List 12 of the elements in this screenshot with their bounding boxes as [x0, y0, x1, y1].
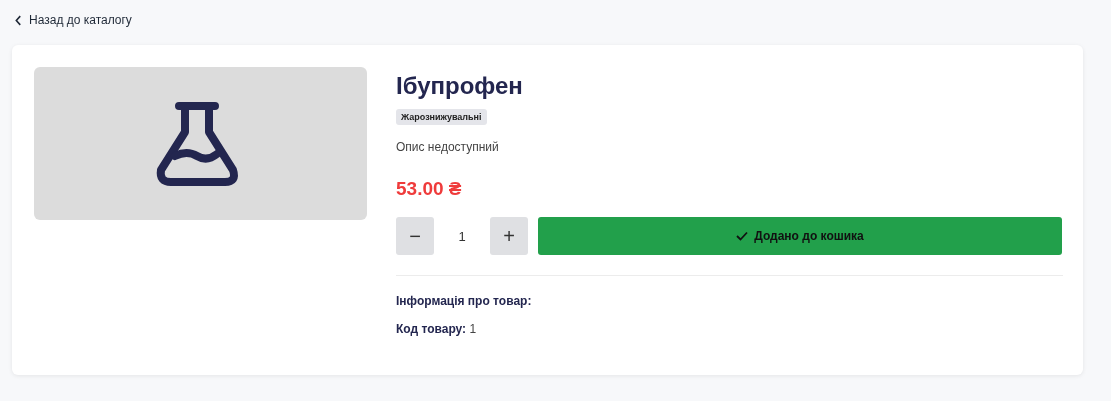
decrease-button[interactable]: −: [396, 217, 434, 255]
add-to-cart-button[interactable]: Додано до кошика: [538, 217, 1062, 255]
check-icon: [736, 231, 749, 241]
chevron-left-icon: [15, 14, 22, 26]
product-price: 53.00 ₴: [396, 178, 463, 200]
product-description: Опис недоступний: [396, 140, 500, 154]
increase-button[interactable]: +: [490, 217, 528, 255]
category-tag: Жарознижувальні: [396, 109, 487, 125]
info-heading: Інформація про товар:: [396, 294, 533, 308]
product-title: Ібупрофен: [396, 71, 524, 101]
back-link[interactable]: Назад до каталогу: [15, 10, 132, 30]
product-code: Код товару: 1: [396, 322, 478, 336]
